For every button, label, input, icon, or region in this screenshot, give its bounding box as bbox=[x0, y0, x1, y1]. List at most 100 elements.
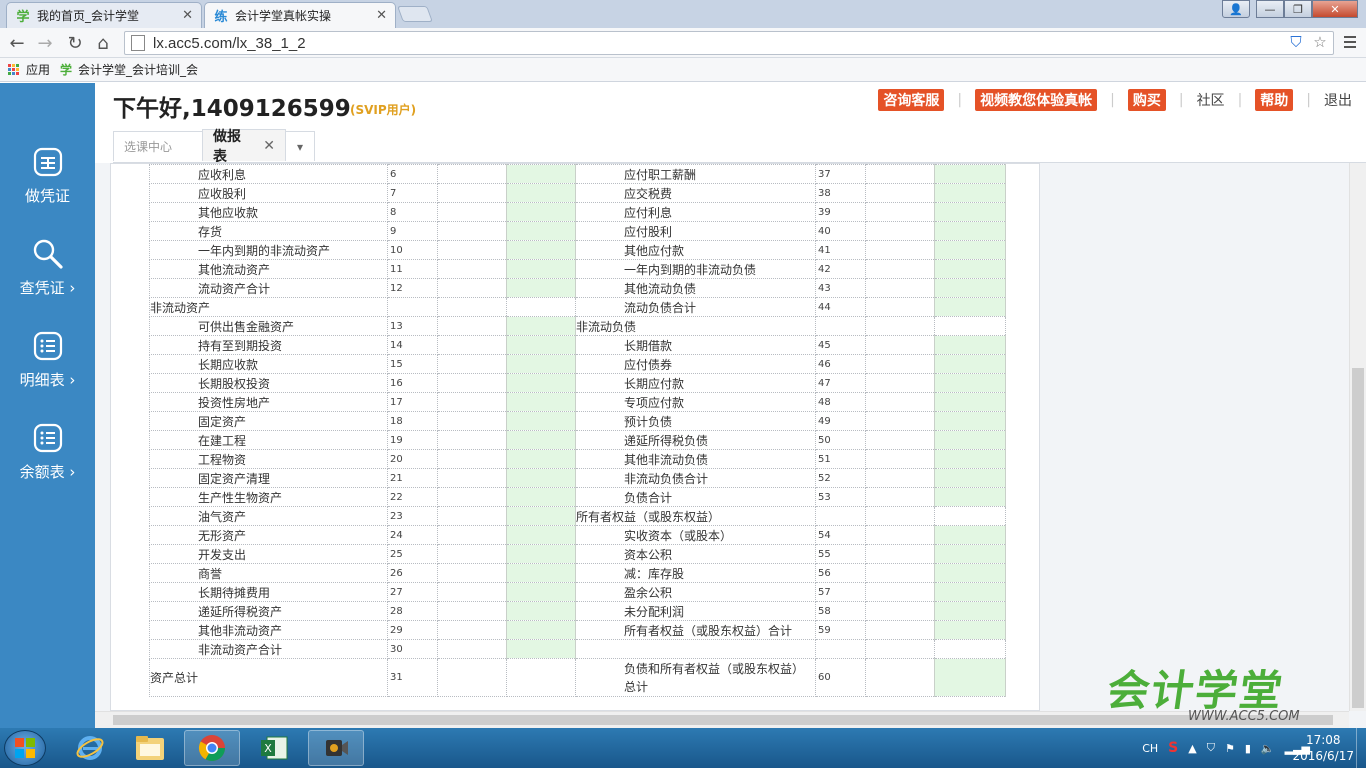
liability-beginning-balance-cell[interactable] bbox=[865, 240, 935, 260]
liability-beginning-balance-cell[interactable] bbox=[865, 620, 935, 640]
liability-ending-balance-input[interactable] bbox=[934, 544, 1006, 564]
asset-ending-balance-input[interactable] bbox=[506, 392, 576, 412]
asset-beginning-balance-cell[interactable] bbox=[437, 335, 507, 355]
tab-course-center[interactable]: 选课中心 bbox=[113, 131, 203, 161]
system-clock[interactable]: 17:08 2016/6/17 bbox=[1292, 732, 1354, 764]
close-icon[interactable]: ✕ bbox=[263, 138, 275, 154]
liability-beginning-balance-cell[interactable] bbox=[865, 316, 935, 336]
bookmark-apps[interactable]: 应用 bbox=[8, 61, 50, 78]
asset-beginning-balance-cell[interactable] bbox=[437, 449, 507, 469]
liability-beginning-balance-cell[interactable] bbox=[865, 525, 935, 545]
star-icon[interactable]: ☆ bbox=[1311, 33, 1329, 51]
liability-ending-balance-input[interactable] bbox=[934, 563, 1006, 583]
taskbar-explorer[interactable] bbox=[122, 730, 178, 766]
liability-ending-balance-input[interactable] bbox=[934, 183, 1006, 203]
consult-service-link[interactable]: 咨询客服 bbox=[878, 89, 945, 111]
liability-beginning-balance-cell[interactable] bbox=[865, 335, 935, 355]
liability-beginning-balance-cell[interactable] bbox=[865, 373, 935, 393]
logout-link[interactable]: 退出 bbox=[1324, 90, 1352, 110]
liability-ending-balance-input[interactable] bbox=[934, 278, 1006, 298]
asset-ending-balance-input[interactable] bbox=[506, 544, 576, 564]
sogou-ime-icon[interactable]: S bbox=[1168, 740, 1178, 756]
asset-ending-balance-input[interactable] bbox=[506, 259, 576, 279]
asset-beginning-balance-cell[interactable] bbox=[437, 316, 507, 336]
liability-beginning-balance-cell[interactable] bbox=[865, 164, 935, 184]
forward-arrow-icon[interactable]: → bbox=[34, 32, 56, 54]
liability-ending-balance-input[interactable] bbox=[934, 221, 1006, 241]
asset-beginning-balance-cell[interactable] bbox=[437, 582, 507, 602]
vertical-scrollbar[interactable] bbox=[1349, 163, 1366, 711]
taskbar-ie[interactable] bbox=[62, 730, 118, 766]
restore-button[interactable]: ❐ bbox=[1284, 0, 1312, 18]
asset-ending-balance-input[interactable] bbox=[506, 582, 576, 602]
asset-beginning-balance-cell[interactable] bbox=[437, 240, 507, 260]
liability-beginning-balance-cell[interactable] bbox=[865, 506, 935, 526]
liability-beginning-balance-cell[interactable] bbox=[865, 430, 935, 450]
asset-ending-balance-input[interactable] bbox=[506, 202, 576, 222]
liability-ending-balance-input[interactable] bbox=[934, 658, 1006, 697]
device-icon[interactable]: ▮ bbox=[1245, 742, 1251, 755]
liability-beginning-balance-cell[interactable] bbox=[865, 202, 935, 222]
asset-beginning-balance-cell[interactable] bbox=[437, 620, 507, 640]
liability-beginning-balance-cell[interactable] bbox=[865, 449, 935, 469]
asset-beginning-balance-cell[interactable] bbox=[437, 430, 507, 450]
show-desktop-button[interactable] bbox=[1356, 728, 1366, 768]
sidebar-item-detail-table[interactable]: 明细表 › bbox=[0, 329, 95, 390]
taskbar-excel[interactable]: X bbox=[246, 730, 302, 766]
liability-beginning-balance-cell[interactable] bbox=[865, 658, 935, 697]
liability-beginning-balance-cell[interactable] bbox=[865, 544, 935, 564]
sidebar-item-balance-table[interactable]: 余额表 › bbox=[0, 421, 95, 482]
liability-beginning-balance-cell[interactable] bbox=[865, 297, 935, 317]
community-link[interactable]: 社区 bbox=[1197, 90, 1225, 110]
asset-ending-balance-input[interactable] bbox=[506, 278, 576, 298]
video-tutorial-link[interactable]: 视频教您体验真帐 bbox=[975, 89, 1098, 111]
asset-beginning-balance-cell[interactable] bbox=[437, 392, 507, 412]
close-tab-icon[interactable]: ✕ bbox=[182, 8, 193, 23]
home-icon[interactable]: ⌂ bbox=[92, 32, 114, 54]
asset-beginning-balance-cell[interactable] bbox=[437, 506, 507, 526]
asset-ending-balance-input[interactable] bbox=[506, 335, 576, 355]
liability-ending-balance-input[interactable] bbox=[934, 297, 1006, 317]
close-tab-icon[interactable]: ✕ bbox=[376, 8, 387, 23]
language-indicator[interactable]: CH bbox=[1142, 742, 1158, 755]
liability-beginning-balance-cell[interactable] bbox=[865, 278, 935, 298]
liability-ending-balance-input[interactable] bbox=[934, 354, 1006, 374]
liability-ending-balance-input[interactable] bbox=[934, 373, 1006, 393]
buy-link[interactable]: 购买 bbox=[1127, 89, 1166, 111]
liability-ending-balance-input[interactable] bbox=[934, 525, 1006, 545]
liability-ending-balance-input[interactable] bbox=[934, 582, 1006, 602]
liability-beginning-balance-cell[interactable] bbox=[865, 259, 935, 279]
asset-beginning-balance-cell[interactable] bbox=[437, 259, 507, 279]
asset-ending-balance-input[interactable] bbox=[506, 563, 576, 583]
shield-icon[interactable]: ⛉ bbox=[1287, 33, 1305, 51]
liability-ending-balance-input[interactable] bbox=[934, 392, 1006, 412]
liability-ending-balance-input[interactable] bbox=[934, 601, 1006, 621]
asset-ending-balance-input[interactable] bbox=[506, 430, 576, 450]
asset-beginning-balance-cell[interactable] bbox=[437, 601, 507, 621]
liability-ending-balance-input[interactable] bbox=[934, 449, 1006, 469]
liability-beginning-balance-cell[interactable] bbox=[865, 601, 935, 621]
taskbar-recorder[interactable] bbox=[308, 730, 364, 766]
liability-beginning-balance-cell[interactable] bbox=[865, 411, 935, 431]
liability-ending-balance-input[interactable] bbox=[934, 335, 1006, 355]
asset-ending-balance-input[interactable] bbox=[506, 506, 576, 526]
asset-beginning-balance-cell[interactable] bbox=[437, 658, 507, 697]
asset-ending-balance-input[interactable] bbox=[506, 221, 576, 241]
asset-beginning-balance-cell[interactable] bbox=[437, 278, 507, 298]
liability-ending-balance-input[interactable] bbox=[934, 468, 1006, 488]
asset-ending-balance-input[interactable] bbox=[506, 240, 576, 260]
browser-tab-practice[interactable]: 练 会计学堂真帐实操 ✕ bbox=[204, 2, 396, 28]
liability-beginning-balance-cell[interactable] bbox=[865, 639, 935, 659]
start-button[interactable] bbox=[4, 730, 46, 766]
liability-ending-balance-input[interactable] bbox=[934, 240, 1006, 260]
liability-ending-balance-input[interactable] bbox=[934, 620, 1006, 640]
liability-beginning-balance-cell[interactable] bbox=[865, 183, 935, 203]
liability-beginning-balance-cell[interactable] bbox=[865, 563, 935, 583]
asset-beginning-balance-cell[interactable] bbox=[437, 202, 507, 222]
asset-ending-balance-input[interactable] bbox=[506, 164, 576, 184]
sidebar-item-query-voucher[interactable]: 查凭证 › bbox=[0, 237, 95, 298]
asset-beginning-balance-cell[interactable] bbox=[437, 354, 507, 374]
liability-beginning-balance-cell[interactable] bbox=[865, 392, 935, 412]
network-warning-icon[interactable]: ⚑ bbox=[1225, 742, 1235, 755]
asset-beginning-balance-cell[interactable] bbox=[437, 487, 507, 507]
